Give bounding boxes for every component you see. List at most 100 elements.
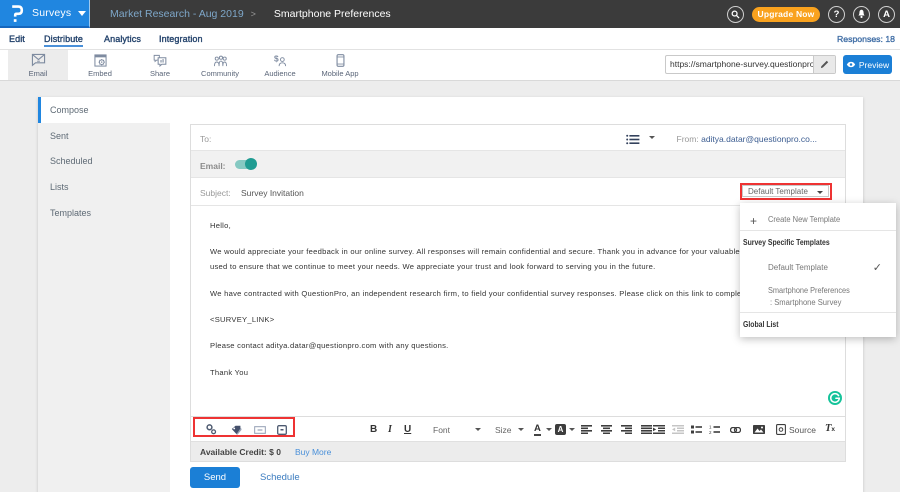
align-left-button[interactable] (581, 417, 592, 442)
menu-item-integration[interactable]: Integration (159, 28, 203, 50)
pencil-icon (820, 60, 829, 69)
decrease-indent-button[interactable] (672, 417, 684, 442)
send-button[interactable]: Send (190, 467, 240, 488)
embed-tab-icon (94, 53, 107, 67)
topbar-actions: Upgrade Now ? A (727, 0, 895, 28)
source-button[interactable]: Source (776, 417, 816, 442)
source-icon (776, 424, 786, 435)
sidebar-item-scheduled[interactable]: Scheduled (38, 149, 170, 175)
schedule-link[interactable]: Schedule (260, 472, 300, 483)
upgrade-now-button[interactable]: Upgrade Now (752, 7, 820, 22)
tab-mobile-app[interactable]: Mobile App (310, 50, 370, 80)
numbered-list-button[interactable]: 12 (709, 417, 720, 442)
avatar[interactable]: A (878, 6, 895, 23)
text-color-button[interactable]: A (534, 417, 541, 442)
tab-audience[interactable]: $ Audience (250, 50, 310, 80)
font-dropdown[interactable]: Font (433, 417, 450, 442)
bullet-list-icon (691, 425, 702, 434)
email-toggle[interactable] (235, 160, 256, 169)
menu-item-smartphone-line2[interactable]: : Smartphone Survey (770, 298, 841, 307)
brand-block[interactable]: Surveys (0, 0, 90, 28)
caret-down-icon (546, 428, 552, 431)
increase-indent-button[interactable] (653, 417, 665, 442)
survey-url-input[interactable]: https://smartphone-survey.questionpro.co… (666, 56, 813, 73)
insert-image-button[interactable] (753, 417, 765, 442)
menu-item-distribute[interactable]: Distribute (44, 28, 83, 50)
grammarly-icon[interactable] (828, 391, 842, 405)
placeholder-icon (277, 425, 287, 435)
size-caret-icon (518, 417, 524, 442)
tab-share[interactable]: Share (130, 50, 190, 80)
numbered-list-icon: 12 (709, 425, 720, 434)
align-right-icon (621, 425, 632, 434)
list-caret-icon[interactable] (649, 136, 655, 139)
menu-item-create-new-template[interactable]: + Create New Template (740, 211, 896, 231)
align-left-icon (581, 425, 592, 434)
tab-email[interactable]: Email (8, 50, 68, 80)
email-body-line: Please contact aditya.datar@questionpro.… (210, 338, 845, 354)
list-icon (626, 134, 640, 145)
menu-group-survey-specific: Survey Specific Templates (743, 238, 830, 247)
insert-link-button[interactable] (206, 417, 217, 442)
bell-icon (857, 9, 866, 19)
align-justify-icon (641, 425, 652, 434)
tab-community[interactable]: Community (190, 50, 250, 80)
bg-color-button[interactable]: A (555, 417, 566, 442)
italic-button[interactable]: I (388, 417, 392, 442)
size-dropdown[interactable]: Size (495, 417, 512, 442)
edit-url-button[interactable] (813, 56, 835, 73)
align-right-button[interactable] (621, 417, 632, 442)
text-color-a-icon: A (534, 424, 541, 436)
align-justify-button[interactable] (641, 417, 652, 442)
to-label: To: (200, 134, 211, 144)
sidebar-item-compose[interactable]: Compose (38, 97, 170, 123)
email-body-paragraph: Thank You (210, 365, 845, 381)
caret-down-icon (518, 428, 524, 431)
bold-button[interactable]: B (370, 417, 377, 442)
email-body-paragraph: Please contact aditya.datar@questionpro.… (210, 338, 845, 354)
subject-value[interactable]: Survey Invitation (241, 188, 304, 198)
share-tab-icon (153, 53, 167, 67)
envelope-icon (254, 426, 266, 434)
notifications-button[interactable] (853, 6, 870, 23)
menu-item-default-template[interactable]: Default Template (768, 263, 828, 272)
bullet-list-button[interactable] (691, 417, 702, 442)
buy-more-link[interactable]: Buy More (295, 447, 331, 457)
sidebar-item-templates[interactable]: Templates (38, 200, 170, 226)
template-annotation-box: Default Template (740, 183, 832, 200)
menu-item-analytics[interactable]: Analytics (104, 28, 141, 50)
align-center-icon (601, 425, 612, 434)
sidebar-item-lists[interactable]: Lists (38, 174, 170, 200)
from-wrap: From: aditya.datar@questionpro.co... (677, 134, 817, 144)
hyperlink-button[interactable] (730, 417, 741, 442)
menu-divider (740, 312, 896, 313)
search-button[interactable] (727, 6, 744, 23)
template-select[interactable]: Default Template (742, 185, 829, 197)
tab-embed[interactable]: Embed (70, 50, 130, 80)
help-button[interactable]: ? (828, 6, 845, 23)
menu-divider (740, 230, 896, 231)
bg-color-a-icon: A (555, 424, 566, 435)
caret-down-icon (569, 428, 575, 431)
insert-tag-button[interactable] (231, 417, 242, 442)
image-icon (753, 425, 765, 434)
preview-button[interactable]: Preview (843, 55, 892, 74)
align-center-button[interactable] (601, 417, 612, 442)
sidebar-item-sent[interactable]: Sent (38, 123, 170, 149)
menu-item-smartphone-line1[interactable]: Smartphone Preferences (768, 286, 850, 295)
email-body-line: Thank You (210, 365, 845, 381)
credit-bar: Available Credit: $ 0 Buy More (191, 441, 845, 461)
mobile-app-tab-icon (336, 53, 345, 67)
template-dropdown-menu: + Create New Template Survey Specific Te… (740, 203, 896, 337)
menu-item-edit[interactable]: Edit (9, 28, 25, 50)
responses-count[interactable]: Responses: 18 (837, 28, 895, 50)
contact-list-button[interactable] (626, 132, 640, 150)
breadcrumb-folder[interactable]: Market Research - Aug 2019 (110, 8, 244, 20)
from-email[interactable]: aditya.datar@questionpro.co... (701, 134, 817, 144)
plus-icon: + (750, 214, 757, 228)
insert-email-button[interactable] (254, 417, 266, 442)
editor-toolbar: B I U Font Size A A (191, 416, 845, 441)
insert-placeholder-button[interactable] (277, 417, 287, 442)
remove-format-button[interactable]: Tx (825, 417, 835, 442)
underline-button[interactable]: U (404, 417, 411, 442)
